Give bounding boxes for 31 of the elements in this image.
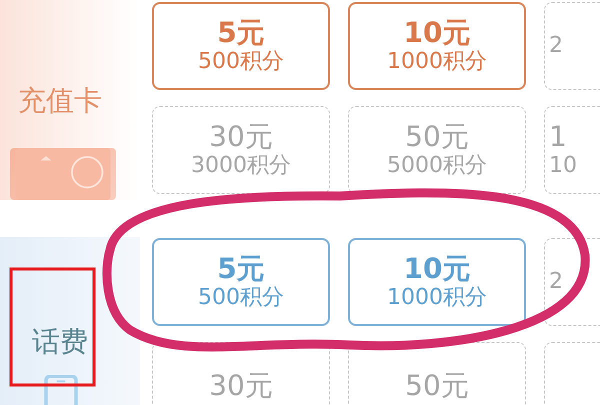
points-text: 3000积分 [191, 154, 291, 178]
price-text: 30元 [209, 122, 273, 152]
points-text: 500积分 [198, 286, 284, 310]
price-text: 5元 [217, 18, 265, 48]
category-label[interactable]: 充值卡 [18, 82, 140, 120]
points-text: 5000积分 [387, 154, 487, 178]
option-card[interactable]: 30元 3000积分 [152, 106, 330, 194]
option-card[interactable]: 5元 500积分 [152, 238, 330, 326]
points-text: 500积分 [198, 50, 284, 74]
price-text: 30元 [209, 370, 273, 402]
option-card[interactable]: 10元 1000积分 [348, 238, 526, 326]
points-text: 2 [549, 270, 563, 294]
price-text: 50元 [405, 122, 469, 152]
option-card[interactable]: 50元 5000积分 [348, 106, 526, 194]
category-label[interactable]: 话费 [32, 323, 140, 361]
points-text: 2 [549, 34, 563, 58]
price-text: 10元 [404, 254, 470, 284]
option-card[interactable]: 10元 1000积分 [348, 2, 526, 90]
price-text: 1 [549, 122, 567, 152]
option-card[interactable]: 50元 [348, 342, 526, 405]
option-card[interactable]: 1 10 [544, 106, 600, 194]
price-text: 5元 [217, 254, 265, 284]
option-card[interactable]: 2 [544, 238, 600, 326]
price-text: 50元 [405, 370, 469, 402]
points-text: 1000积分 [387, 286, 487, 310]
points-text: 1000积分 [387, 50, 487, 74]
option-card[interactable]: 30元 [152, 342, 330, 405]
price-text: 10元 [404, 18, 470, 48]
points-text: 10 [549, 154, 577, 178]
option-card[interactable]: 5元 500积分 [152, 2, 330, 90]
option-card[interactable]: 2 [544, 2, 600, 90]
